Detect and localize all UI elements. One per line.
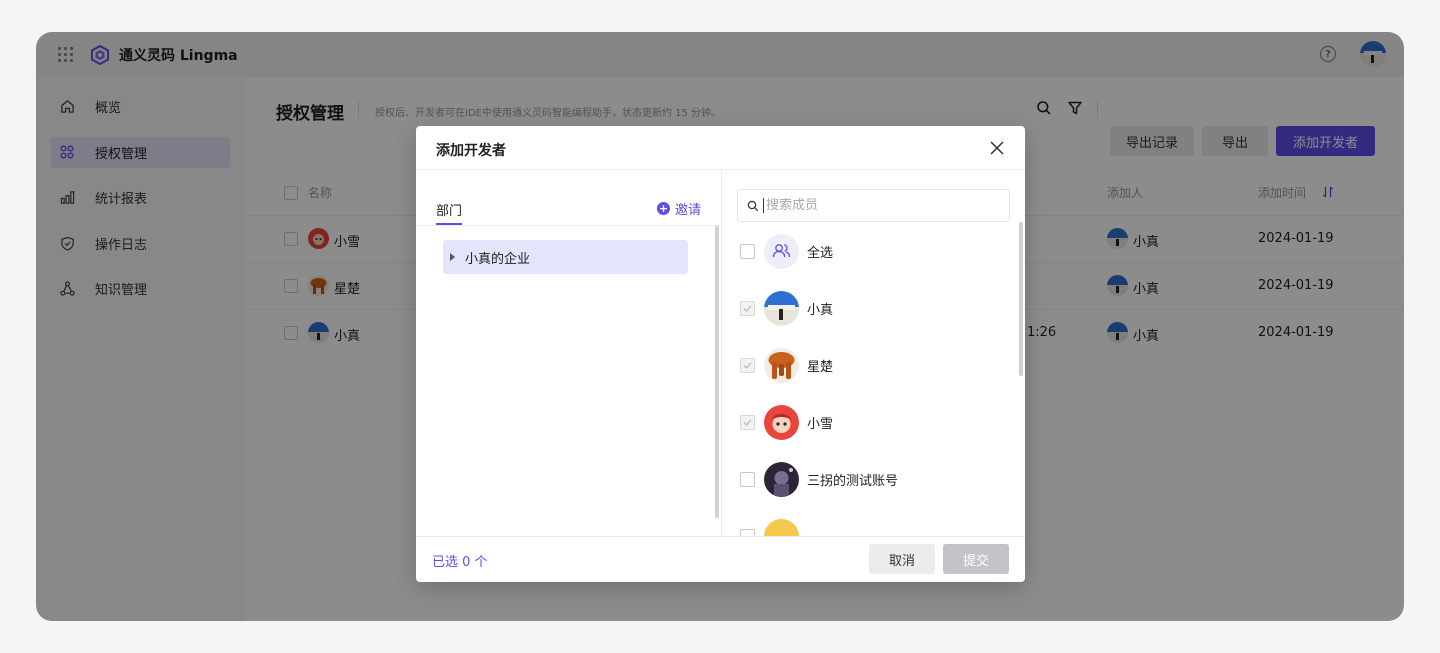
member-name: 星楚 xyxy=(807,359,834,375)
select-all-item[interactable]: 全选 xyxy=(740,233,1000,269)
member-item[interactable]: 三拐的测试账号 xyxy=(740,461,1000,497)
avatar xyxy=(764,404,799,440)
dialog-title: 添加开发者 xyxy=(436,143,506,159)
add-developer-dialog: 添加开发者 部门 + 邀请 小真的企业 全选 xyxy=(416,126,1025,582)
plus-circle-icon: + xyxy=(657,202,670,215)
scrollbar[interactable] xyxy=(715,226,719,518)
avatar xyxy=(764,347,799,383)
caret-right-icon[interactable] xyxy=(450,253,455,261)
member-item-partial[interactable] xyxy=(740,518,1000,536)
member-name: 小真 xyxy=(807,302,834,318)
member-pane: 全选 小真 星楚 小雪 xyxy=(722,170,1025,536)
member-name: 小雪 xyxy=(807,416,834,432)
group-icon xyxy=(764,233,799,269)
avatar xyxy=(764,461,799,497)
member-checkbox[interactable] xyxy=(740,357,755,373)
member-item[interactable]: 星楚 xyxy=(740,347,1000,383)
search-icon xyxy=(747,200,759,211)
member-checkbox[interactable] xyxy=(740,300,755,316)
avatar xyxy=(764,518,799,536)
tree-node-label: 小真的企业 xyxy=(465,251,531,267)
member-search[interactable] xyxy=(737,189,1010,222)
submit-button[interactable]: 提交 xyxy=(943,544,1009,574)
invite-button[interactable]: + 邀请 xyxy=(657,199,701,218)
member-name: 三拐的测试账号 xyxy=(807,473,899,489)
tab-department[interactable]: 部门 xyxy=(436,200,462,219)
avatar xyxy=(764,290,799,326)
footer-divider xyxy=(416,536,1025,537)
member-item[interactable]: 小雪 xyxy=(740,404,1000,440)
close-icon[interactable] xyxy=(987,138,1007,158)
selected-count: 已选 0 个 xyxy=(432,555,488,570)
department-pane: 部门 + 邀请 小真的企业 xyxy=(416,170,721,536)
select-all-label: 全选 xyxy=(807,245,834,261)
tab-divider xyxy=(416,225,721,226)
member-checkbox[interactable] xyxy=(740,471,755,487)
select-all-checkbox[interactable] xyxy=(740,243,755,259)
tree-node-enterprise[interactable]: 小真的企业 xyxy=(443,240,688,274)
cancel-button[interactable]: 取消 xyxy=(869,544,935,574)
member-checkbox[interactable] xyxy=(740,414,755,430)
member-checkbox[interactable] xyxy=(740,528,755,536)
invite-label: 邀请 xyxy=(675,203,702,218)
member-item[interactable]: 小真 xyxy=(740,290,1000,326)
search-input[interactable] xyxy=(763,198,983,213)
scrollbar[interactable] xyxy=(1019,222,1023,376)
